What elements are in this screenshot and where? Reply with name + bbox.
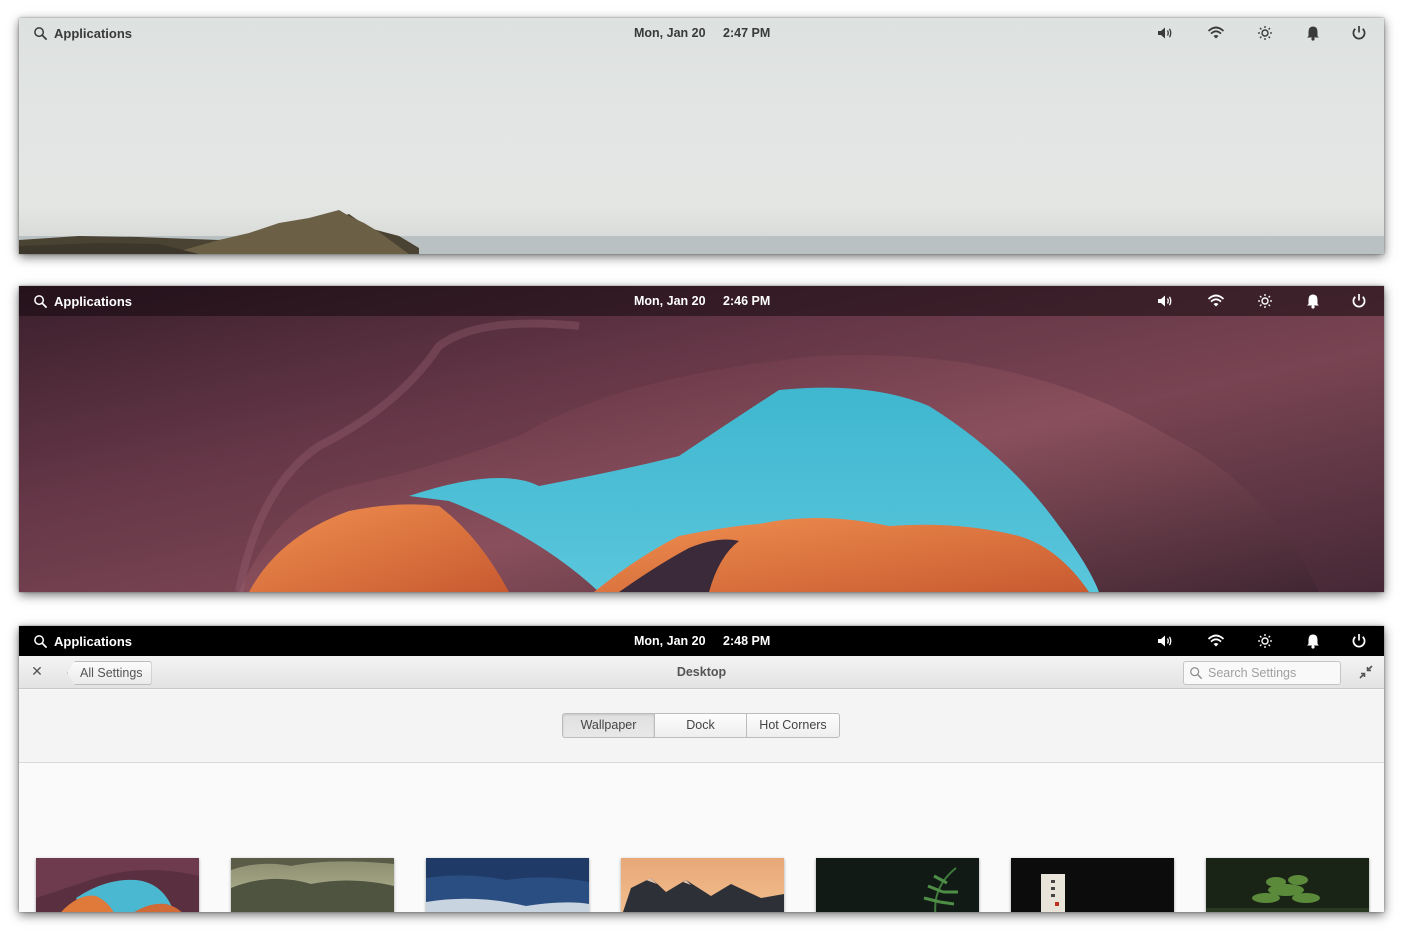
power-icon[interactable]: [1350, 633, 1368, 649]
applications-label: Applications: [54, 633, 133, 649]
wallpaper-thumb-green-plant[interactable]: [1206, 858, 1369, 912]
top-panel: Applications Mon, Jan 20 2:46 PM: [19, 286, 1384, 316]
applications-label: Applications: [54, 25, 133, 41]
wifi-icon[interactable]: [1207, 633, 1225, 649]
wallpaper-thumb-canyon[interactable]: [36, 858, 199, 912]
search-settings-field[interactable]: [1183, 661, 1341, 685]
top-panel: Applications Mon, Jan 20 2:48 PM: [19, 626, 1384, 656]
search-icon: [34, 634, 48, 648]
mode-switcher-area: Wallpaper Dock Hot Corners: [19, 690, 1384, 763]
wallpaper-seascape: [19, 210, 1384, 254]
panel-date[interactable]: Mon, Jan 20: [634, 634, 706, 648]
screenshot-translucent-panel: Applications Mon, Jan 20 2:46 PM: [19, 286, 1384, 592]
wallpaper-thumb-misty-hills[interactable]: [231, 858, 394, 912]
notifications-icon[interactable]: [1304, 633, 1322, 649]
panel-time[interactable]: 2:48 PM: [723, 634, 770, 648]
applications-menu[interactable]: Applications: [33, 293, 132, 309]
panel-time[interactable]: 2:46 PM: [723, 294, 770, 308]
search-icon: [34, 294, 48, 308]
wifi-icon[interactable]: [1207, 25, 1225, 41]
volume-icon[interactable]: [1156, 633, 1174, 649]
wallpaper-thumb-fern[interactable]: [816, 858, 979, 912]
volume-icon[interactable]: [1156, 25, 1174, 41]
brightness-icon[interactable]: [1256, 25, 1274, 41]
wallpaper-thumb-ocean-waves[interactable]: [426, 858, 589, 912]
applications-label: Applications: [54, 293, 133, 309]
wallpaper-grid: [19, 764, 1384, 912]
screenshot-light-panel: Applications Mon, Jan 20 2:47 PM: [19, 18, 1384, 254]
top-panel: Applications Mon, Jan 20 2:47 PM: [19, 18, 1384, 48]
wallpaper-canyon: [19, 286, 1384, 592]
screenshot-settings-window: Applications Mon, Jan 20 2:48 PM ✕ All S…: [19, 626, 1384, 912]
wallpaper-thumb-dark-sign[interactable]: [1011, 858, 1174, 912]
notifications-icon[interactable]: [1304, 293, 1322, 309]
volume-icon[interactable]: [1156, 293, 1174, 309]
power-icon[interactable]: [1350, 25, 1368, 41]
panel-time[interactable]: 2:47 PM: [723, 26, 770, 40]
settings-headerbar: ✕ All Settings Desktop: [19, 656, 1384, 689]
tab-hot-corners[interactable]: Hot Corners: [746, 713, 840, 738]
search-icon: [34, 26, 48, 40]
tab-wallpaper[interactable]: Wallpaper: [562, 713, 655, 738]
search-input[interactable]: [1208, 664, 1336, 682]
brightness-icon[interactable]: [1256, 293, 1274, 309]
wallpaper-thumb-mountain-sunset[interactable]: [621, 858, 784, 912]
notifications-icon[interactable]: [1304, 25, 1322, 41]
wifi-icon[interactable]: [1207, 293, 1225, 309]
window-title: Desktop: [676, 665, 727, 679]
panel-date[interactable]: Mon, Jan 20: [634, 294, 706, 308]
power-icon[interactable]: [1350, 293, 1368, 309]
panel-date[interactable]: Mon, Jan 20: [634, 26, 706, 40]
search-icon: [1190, 667, 1203, 680]
restore-window-icon[interactable]: [1358, 664, 1374, 680]
applications-menu[interactable]: Applications: [33, 25, 132, 41]
mode-switcher: Wallpaper Dock Hot Corners: [562, 713, 840, 738]
tab-dock[interactable]: Dock: [654, 713, 747, 738]
applications-menu[interactable]: Applications: [33, 633, 132, 649]
brightness-icon[interactable]: [1256, 633, 1274, 649]
